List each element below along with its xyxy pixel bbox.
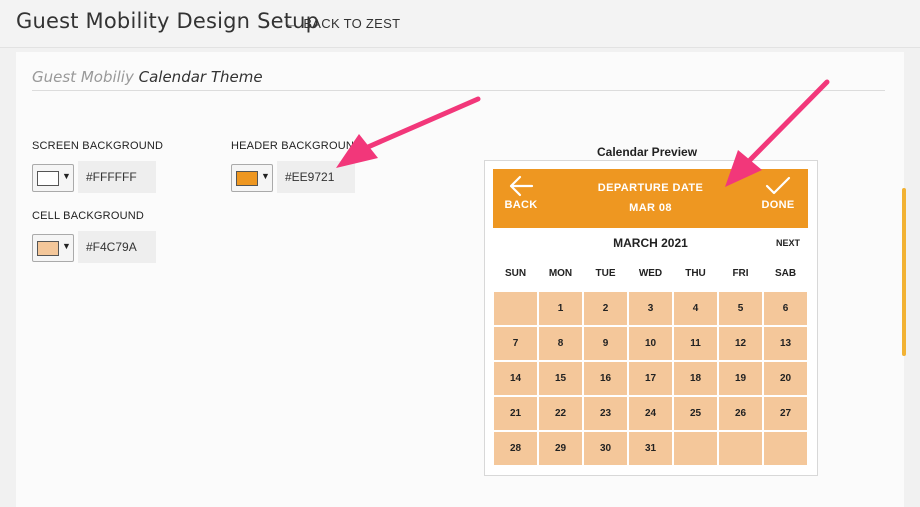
calendar-empty-cell: [763, 431, 808, 466]
calendar-day-cell[interactable]: 9: [583, 326, 628, 361]
weekday-label: SUN: [504, 268, 527, 279]
calendar-empty-cell: [493, 291, 538, 326]
screen-background-color-picker[interactable]: ▼: [32, 164, 74, 192]
calendar-day-cell[interactable]: 15: [538, 361, 583, 396]
calendar-next-button[interactable]: NEXT: [776, 238, 800, 248]
cell-background-hex-input[interactable]: [78, 231, 156, 263]
calendar-month-label: MARCH 2021: [613, 236, 688, 250]
calendar-day-cell[interactable]: 26: [718, 396, 763, 431]
section-divider: [32, 90, 885, 91]
calendar-day-cell[interactable]: 22: [538, 396, 583, 431]
section-title: Guest Mobiliy Calendar Theme: [32, 68, 263, 86]
color-swatch: [37, 171, 59, 186]
calendar-day-cell[interactable]: 11: [673, 326, 718, 361]
caret-down-icon: ▼: [62, 241, 71, 251]
page-title: Guest Mobility Design Setup: [16, 9, 320, 33]
weekday-label: WED: [638, 268, 663, 279]
calendar-day-cell[interactable]: 18: [673, 361, 718, 396]
calendar-done-button[interactable]: DONE: [755, 175, 801, 211]
back-to-zest-link[interactable]: ← BACK TO ZEST: [284, 16, 400, 31]
caret-down-icon: ▼: [261, 171, 270, 181]
calendar-empty-cell: [718, 431, 763, 466]
weekday-header-row: SUN MON TUE WED THU FRI SAB: [493, 268, 808, 282]
calendar-day-cell[interactable]: 13: [763, 326, 808, 361]
color-swatch: [236, 171, 258, 186]
calendar-day-cell[interactable]: 6: [763, 291, 808, 326]
section-title-main: Calendar Theme: [138, 68, 263, 86]
calendar-day-cell[interactable]: 19: [718, 361, 763, 396]
calendar-day-cell[interactable]: 21: [493, 396, 538, 431]
header-background-hex-input[interactable]: [277, 161, 355, 193]
calendar-day-cell[interactable]: 17: [628, 361, 673, 396]
calendar-day-cell[interactable]: 23: [583, 396, 628, 431]
calendar-day-cell[interactable]: 29: [538, 431, 583, 466]
calendar-day-cell[interactable]: 3: [628, 291, 673, 326]
calendar-day-cell[interactable]: 30: [583, 431, 628, 466]
calendar-day-cell[interactable]: 31: [628, 431, 673, 466]
color-swatch: [37, 241, 59, 256]
cell-background-color-picker[interactable]: ▼: [32, 234, 74, 262]
calendar-done-label: DONE: [761, 199, 795, 211]
weekday-label: FRI: [732, 268, 749, 279]
calendar-day-cell[interactable]: 8: [538, 326, 583, 361]
back-to-zest-label: BACK TO ZEST: [303, 16, 401, 31]
screen-background-label: SCREEN BACKGROUND: [32, 140, 164, 152]
calendar-day-cell[interactable]: 1: [538, 291, 583, 326]
check-icon: [765, 176, 791, 195]
top-bar: Guest Mobility Design Setup ← BACK TO ZES…: [0, 0, 920, 48]
calendar-day-cell[interactable]: 5: [718, 291, 763, 326]
calendar-day-cell[interactable]: 7: [493, 326, 538, 361]
calendar-preview-label: Calendar Preview: [597, 145, 698, 159]
scrollbar-thumb[interactable]: [902, 188, 906, 356]
calendar-day-cell[interactable]: 24: [628, 396, 673, 431]
weekday-label: SAB: [774, 268, 797, 279]
header-background-label: HEADER BACKGROUND: [231, 140, 363, 152]
weekday-label: THU: [685, 268, 706, 279]
section-title-prefix: Guest Mobiliy: [32, 68, 134, 86]
screen-background-hex-input[interactable]: [78, 161, 156, 193]
weekday-label: TUE: [595, 268, 616, 279]
calendar-day-cell[interactable]: 4: [673, 291, 718, 326]
calendar-header: BACK DEPARTURE DATE MAR 08 DONE: [493, 169, 808, 228]
calendar-day-cell[interactable]: 16: [583, 361, 628, 396]
calendar-day-cell[interactable]: 10: [628, 326, 673, 361]
header-background-color-picker[interactable]: ▼: [231, 164, 273, 192]
calendar-day-cell[interactable]: 14: [493, 361, 538, 396]
calendar-day-grid: 1 2 3 4 5 6 7 8 9 10 11 12 13 14 15 16 17 18 19 20 21 22 23 24 2…: [493, 291, 808, 466]
calendar-day-cell[interactable]: 12: [718, 326, 763, 361]
arrow-left-icon: ←: [284, 16, 298, 31]
weekday-label: MON: [548, 268, 573, 279]
calendar-day-cell[interactable]: 25: [673, 396, 718, 431]
calendar-day-cell[interactable]: 27: [763, 396, 808, 431]
calendar-day-cell[interactable]: 20: [763, 361, 808, 396]
cell-background-label: CELL BACKGROUND: [32, 210, 145, 222]
caret-down-icon: ▼: [62, 171, 71, 181]
calendar-empty-cell: [673, 431, 718, 466]
calendar-day-cell[interactable]: 28: [493, 431, 538, 466]
calendar-day-cell[interactable]: 2: [583, 291, 628, 326]
